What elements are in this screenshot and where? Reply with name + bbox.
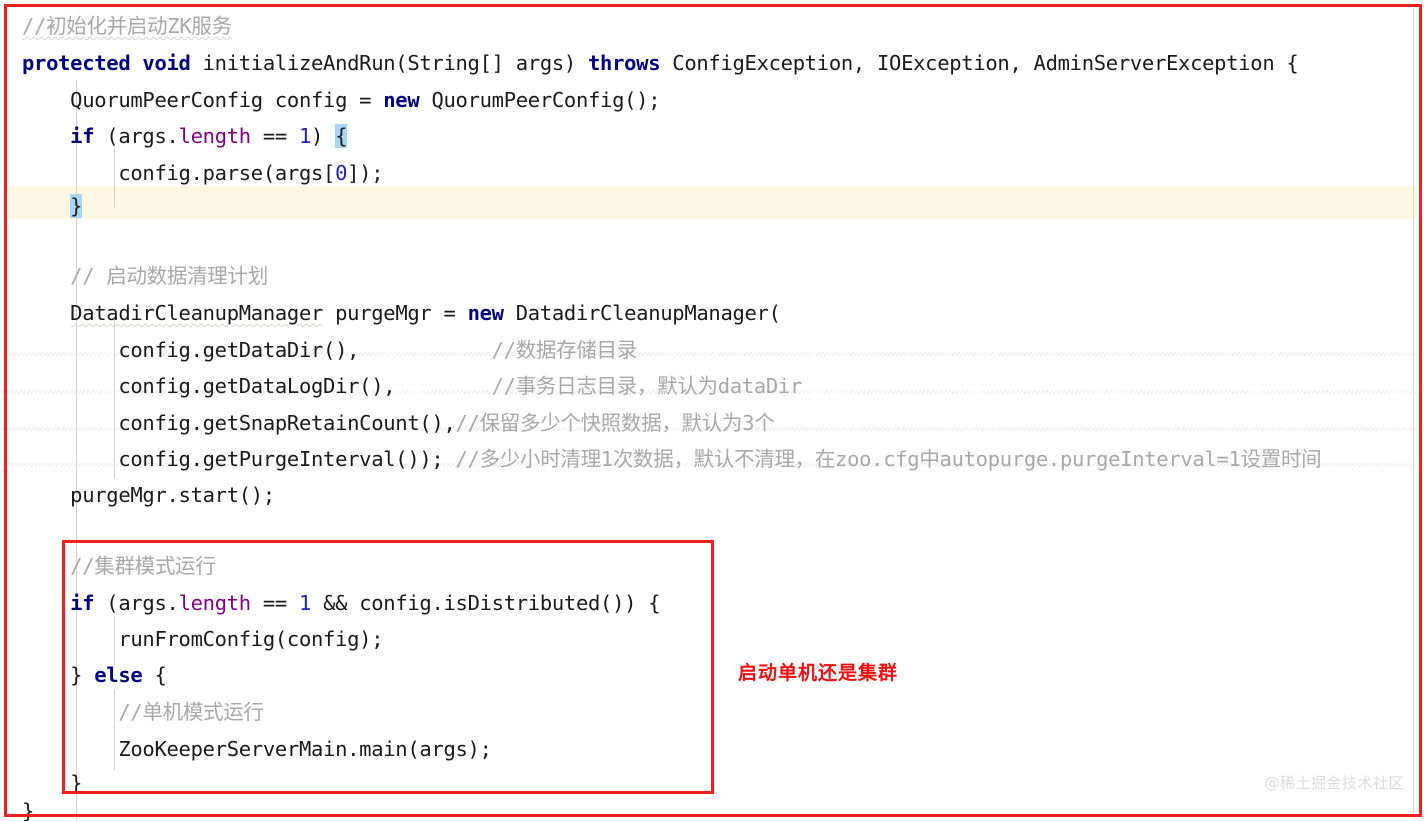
code-token: }	[70, 194, 83, 218]
code-token: //数据存储目录	[491, 338, 638, 362]
code-token: length	[178, 124, 252, 148]
code-line-text: QuorumPeerConfig config = new QuorumPeer…	[0, 82, 660, 119]
right-margin-guide	[1413, 8, 1414, 813]
code-line[interactable]: //集群模式运行	[0, 548, 1426, 585]
code-token: QuorumPeerConfig config =	[22, 88, 384, 112]
code-line[interactable]: DatadirCleanupManager purgeMgr = new Dat…	[0, 295, 1426, 332]
code-line-text: // 启动数据清理计划	[0, 258, 268, 295]
code-line[interactable]: runFromConfig(config);	[0, 621, 1426, 658]
code-token: runFromConfig(config);	[22, 627, 384, 651]
code-line[interactable]: if (args.length == 1 && config.isDistrib…	[0, 585, 1426, 622]
code-token: (args.	[94, 591, 179, 615]
code-token: ConfigException, IOException, AdminServe…	[660, 51, 1299, 75]
code-line-text: runFromConfig(config);	[0, 621, 383, 658]
code-line-text: if (args.length == 1 && config.isDistrib…	[0, 585, 660, 622]
code-token: ==	[250, 124, 299, 148]
code-line-text: if (args.length == 1) {	[0, 118, 347, 155]
code-line-text: //单机模式运行	[0, 694, 264, 731]
code-token: )	[311, 124, 336, 148]
code-line-text: config.getSnapRetainCount(),//保留多少个快照数据，…	[0, 405, 774, 442]
code-line[interactable]	[0, 513, 1426, 550]
code-token: new	[383, 88, 420, 112]
code-line[interactable]: if (args.length == 1) {	[0, 118, 1426, 155]
code-token: if	[70, 124, 95, 148]
code-token: config.getDataLogDir(),	[22, 374, 492, 398]
code-token: DatadirCleanupManager(	[503, 301, 781, 325]
code-token: new	[467, 301, 504, 325]
code-line-text: config.getPurgeInterval()); //多少小时清理1次数据…	[0, 441, 1321, 478]
code-block: //初始化并启动ZK服务 protected void initializeAnd…	[0, 0, 1426, 821]
code-token: throws	[587, 51, 661, 75]
code-line-text: //集群模式运行	[0, 548, 216, 585]
code-line[interactable]: purgeMgr.start();	[0, 477, 1426, 514]
code-line[interactable]: } else {	[0, 657, 1426, 694]
code-line-text: config.getDataDir(), //数据存储目录	[0, 332, 637, 369]
code-token: config.parse(args[	[22, 161, 336, 185]
code-screenshot-canvas: //初始化并启动ZK服务 protected void initializeAnd…	[0, 0, 1426, 821]
code-line[interactable]: protected void initializeAndRun(String[]…	[0, 45, 1426, 82]
code-token: purgeMgr.start();	[22, 483, 275, 507]
code-token: purgeMgr =	[323, 301, 468, 325]
code-token: //单机模式运行	[22, 700, 264, 724]
code-token: config.getDataDir(),	[22, 338, 492, 362]
code-token: (args.	[94, 124, 179, 148]
code-token: }	[22, 663, 95, 687]
code-token: config.getSnapRetainCount(),	[22, 411, 456, 435]
code-line[interactable]: //初始化并启动ZK服务	[0, 8, 1426, 45]
code-line-text: ZooKeeperServerMain.main(args);	[0, 731, 492, 768]
code-token: QuorumPeerConfig();	[419, 88, 661, 112]
code-token: //集群模式运行	[22, 554, 216, 578]
code-token: ]);	[347, 161, 384, 185]
code-token: if	[70, 591, 95, 615]
code-token: //事务日志目录，默认为dataDir	[491, 374, 803, 398]
code-token: {	[335, 124, 348, 148]
code-token: {	[142, 663, 167, 687]
code-token: DatadirCleanupManager	[70, 301, 324, 325]
code-line[interactable]: config.getDataLogDir(), //事务日志目录，默认为data…	[0, 368, 1426, 405]
code-line-text: }	[0, 793, 34, 821]
code-line[interactable]: config.getDataDir(), //数据存储目录	[0, 332, 1426, 369]
watermark-text: @稀土掘金技术社区	[1264, 774, 1404, 792]
code-token: initializeAndRun(String[] args)	[190, 51, 588, 75]
code-token: }	[22, 771, 83, 795]
annotation-label: 启动单机还是集群	[738, 662, 899, 684]
code-line[interactable]: // 启动数据清理计划	[0, 258, 1426, 295]
code-line-text: DatadirCleanupManager purgeMgr = new Dat…	[0, 295, 781, 332]
code-line[interactable]	[0, 222, 1426, 259]
code-token: //初始化并启动ZK服务	[22, 14, 232, 38]
code-line[interactable]: config.getPurgeInterval()); //多少小时清理1次数据…	[0, 441, 1426, 478]
code-token: protected void	[22, 51, 191, 75]
code-line-text: }	[0, 188, 83, 225]
code-line[interactable]: }	[0, 793, 1426, 821]
code-token: config.getPurgeInterval());	[22, 447, 456, 471]
code-line-text: protected void initializeAndRun(String[]…	[0, 45, 1299, 82]
code-token: //保留多少个快照数据，默认为3个	[455, 411, 775, 435]
code-token: //多少小时清理1次数据，默认不清理，在zoo.cfg中autopurge.pu…	[455, 447, 1322, 471]
code-token: else	[94, 663, 143, 687]
code-token: 1	[299, 591, 312, 615]
code-token: length	[178, 591, 252, 615]
code-line[interactable]: config.parse(args[0]);	[0, 155, 1426, 192]
code-line[interactable]: QuorumPeerConfig config = new QuorumPeer…	[0, 82, 1426, 119]
code-line[interactable]: ZooKeeperServerMain.main(args);	[0, 731, 1426, 768]
code-line[interactable]: //单机模式运行	[0, 694, 1426, 731]
code-line[interactable]: config.getSnapRetainCount(),//保留多少个快照数据，…	[0, 405, 1426, 442]
code-token: ZooKeeperServerMain.main(args);	[22, 737, 492, 761]
code-line-text: config.getDataLogDir(), //事务日志目录，默认为data…	[0, 368, 802, 405]
code-line[interactable]: }	[0, 188, 1426, 225]
code-token: }	[22, 799, 35, 821]
code-line-text: purgeMgr.start();	[0, 477, 275, 514]
code-token: 0	[335, 161, 348, 185]
code-token: ==	[250, 591, 299, 615]
code-token: // 启动数据清理计划	[22, 264, 268, 288]
code-line-text: //初始化并启动ZK服务	[0, 8, 232, 45]
code-token: && config.isDistributed()) {	[311, 591, 661, 615]
code-token: 1	[299, 124, 312, 148]
code-line-text: } else {	[0, 657, 167, 694]
code-line-text: config.parse(args[0]);	[0, 155, 383, 192]
